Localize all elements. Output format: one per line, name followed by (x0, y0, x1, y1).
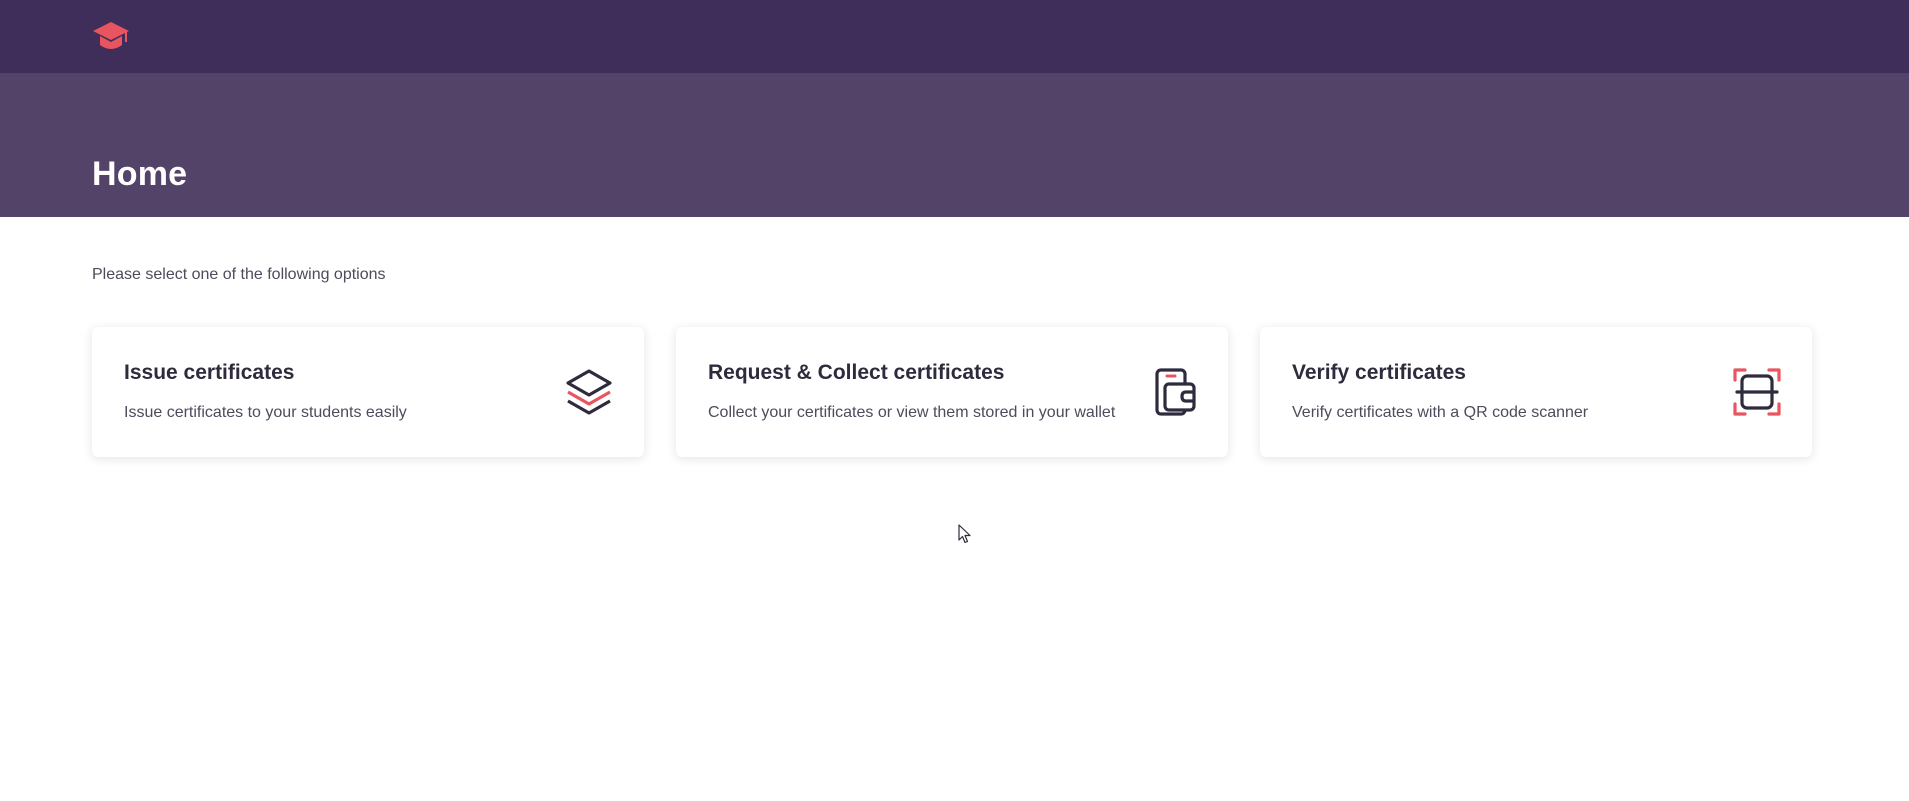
card-title: Issue certificates (124, 361, 295, 384)
card-description: Collect your certificates or view them s… (708, 404, 1116, 421)
graduation-cap-icon[interactable] (92, 20, 130, 54)
page-instructions: Please select one of the following optio… (92, 266, 386, 283)
issue-certificates-card[interactable]: Issue certificates Issue certificates to… (92, 327, 644, 457)
mouse-pointer-icon (958, 524, 971, 544)
page-header-banner: Home (0, 73, 1909, 217)
verify-certificates-card[interactable]: Verify certificates Verify certificates … (1260, 327, 1812, 457)
card-description: Verify certificates with a QR code scann… (1292, 404, 1589, 421)
card-title: Request & Collect certificates (708, 361, 1005, 384)
stacked-layers-icon (566, 369, 612, 415)
request-collect-certificates-card[interactable]: Request & Collect certificates Collect y… (676, 327, 1228, 457)
card-title: Verify certificates (1292, 361, 1466, 384)
card-description: Issue certificates to your students easi… (124, 404, 407, 421)
wallet-phone-icon (1155, 368, 1196, 416)
page-title: Home (92, 155, 188, 193)
qr-scanner-icon (1733, 368, 1781, 416)
top-navigation-bar (0, 0, 1909, 73)
